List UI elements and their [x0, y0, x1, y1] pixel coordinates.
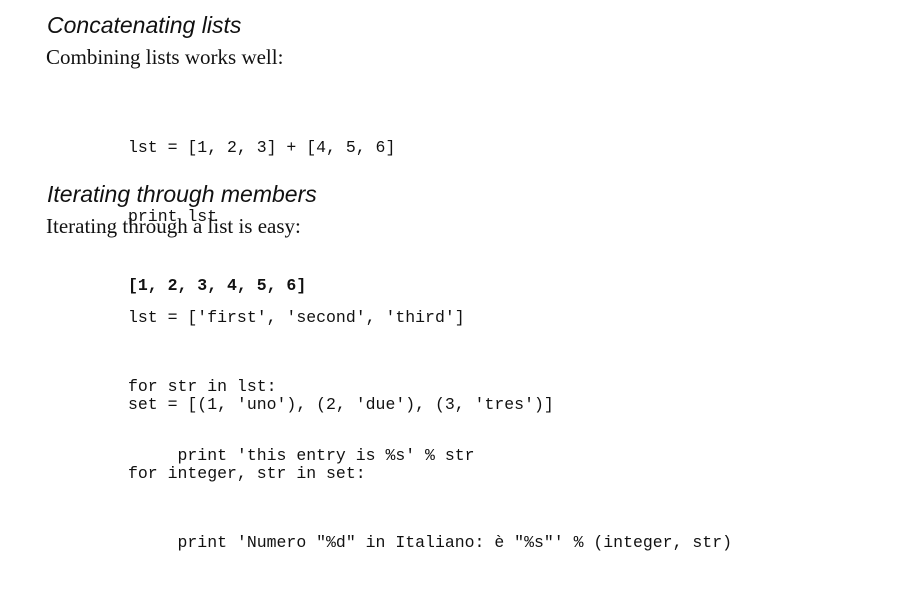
- document-page: Concatenating lists Combining lists work…: [0, 0, 917, 552]
- code-line: lst = ['first', 'second', 'third']: [128, 308, 465, 327]
- section-heading-concatenating-lists: Concatenating lists: [47, 12, 242, 38]
- code-line: for integer, str in set:: [128, 464, 366, 483]
- code-block-iterate-tuples: set = [(1, 'uno'), (2, 'due'), (3, 'tres…: [128, 347, 732, 600]
- section-paragraph-concatenating: Combining lists works well:: [46, 45, 284, 69]
- section-paragraph-iterating: Iterating through a list is easy:: [46, 214, 301, 238]
- section-heading-iterating-members: Iterating through members: [47, 181, 317, 207]
- code-line: set = [(1, 'uno'), (2, 'due'), (3, 'tres…: [128, 395, 554, 414]
- code-line: lst = [1, 2, 3] + [4, 5, 6]: [128, 138, 396, 157]
- code-line: print 'Numero "%d" in Italiano: è "%s"' …: [128, 533, 733, 552]
